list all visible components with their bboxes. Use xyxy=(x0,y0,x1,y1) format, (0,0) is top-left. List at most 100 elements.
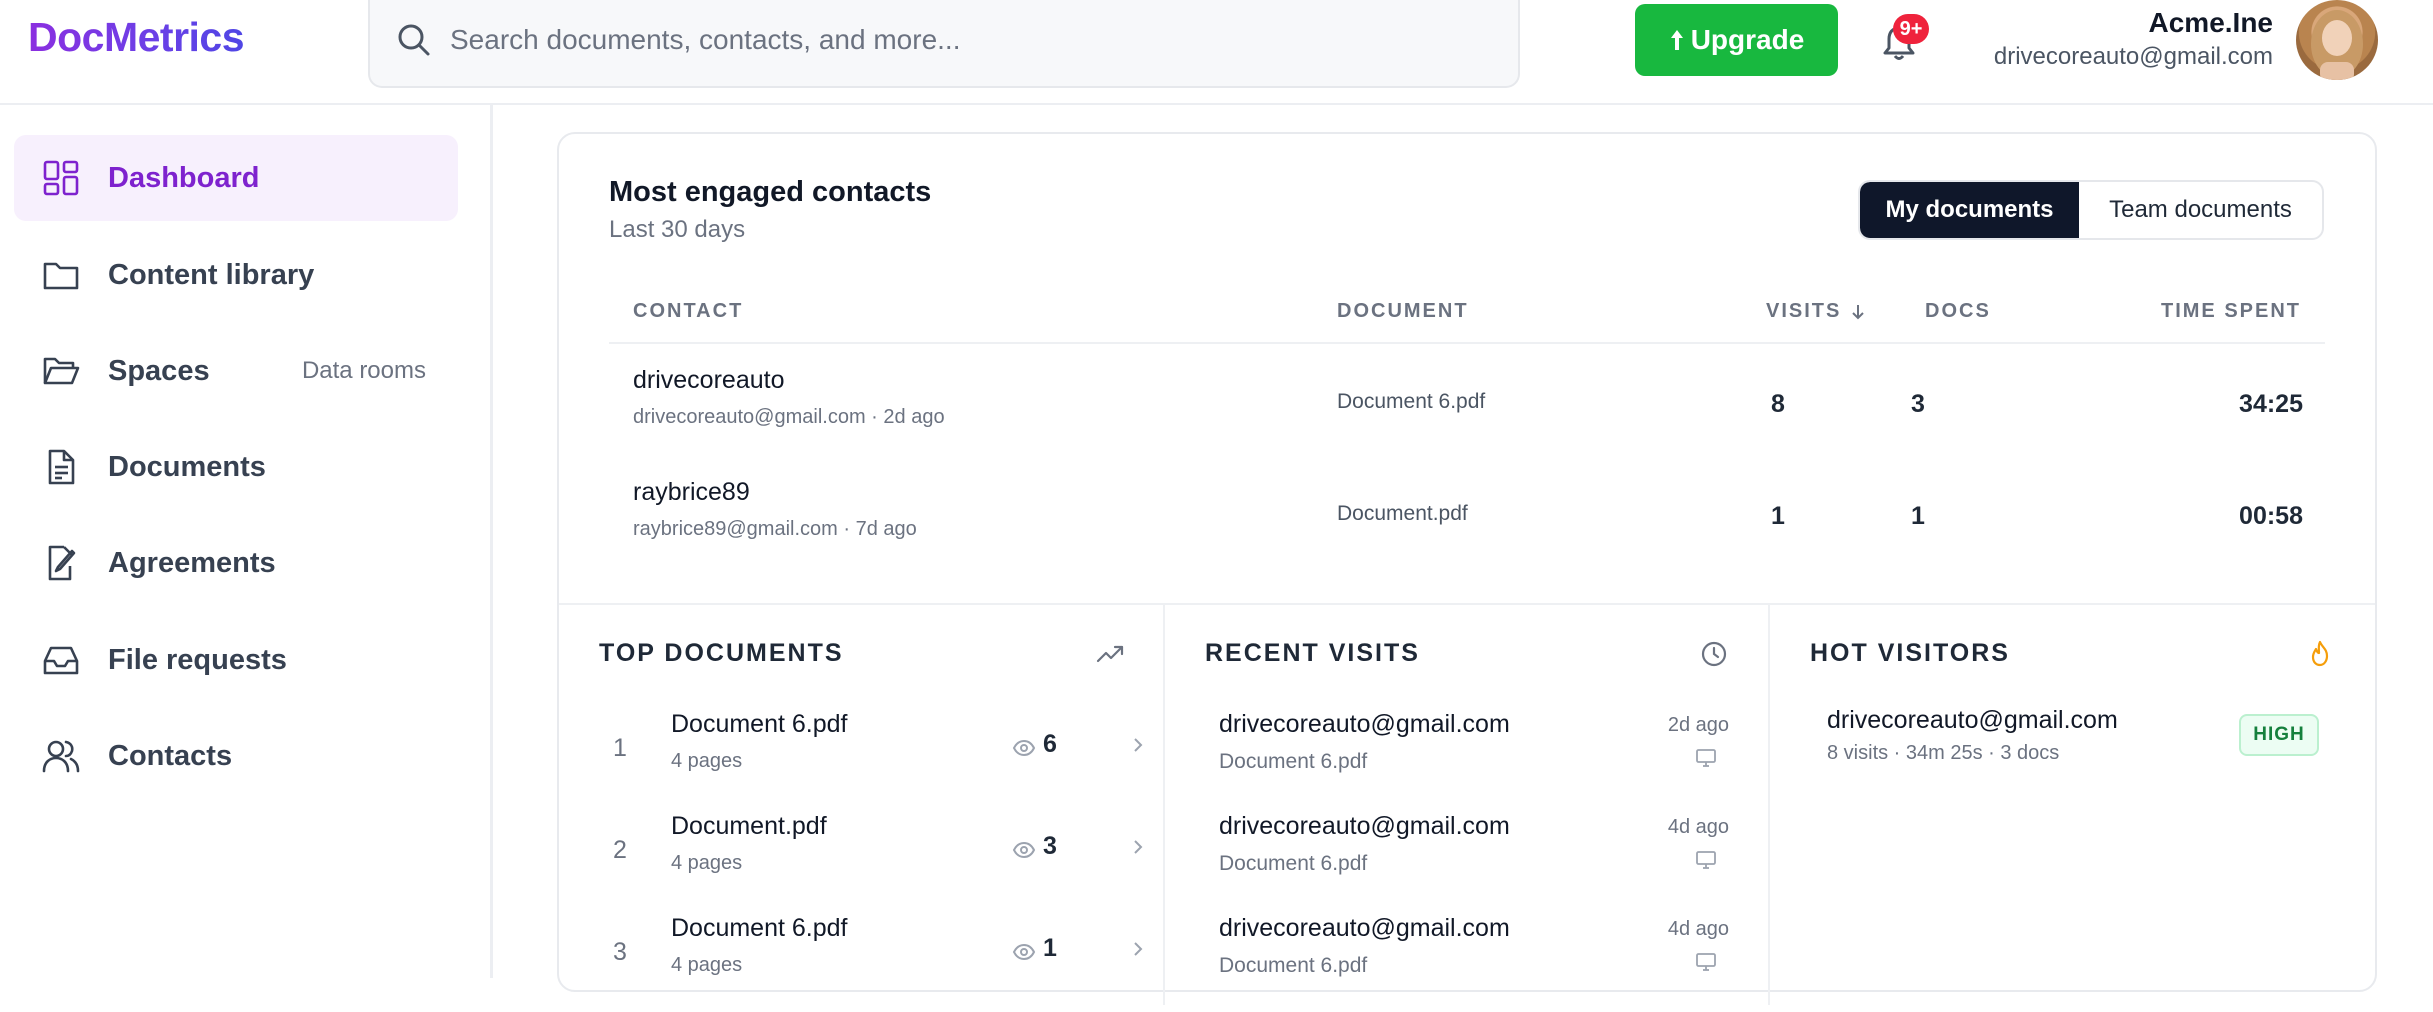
list-item[interactable]: 1 Document 6.pdf 4 pages 6 xyxy=(599,706,1143,808)
table-header: CONTACT DOCUMENT VISITS DOCS TIME SPENT xyxy=(609,294,2325,344)
column-docs[interactable]: DOCS xyxy=(1925,300,1991,323)
contact-time-spent: 00:58 xyxy=(2239,502,2303,530)
contact-document[interactable]: Document.pdf xyxy=(1337,502,1468,526)
sidebar-item-agreements[interactable]: Agreements xyxy=(14,520,458,606)
signature-icon xyxy=(42,544,80,582)
folder-open-icon xyxy=(42,352,80,390)
visitor-email: drivecoreauto@gmail.com xyxy=(1219,812,1510,840)
search-bar[interactable] xyxy=(368,0,1520,88)
search-icon xyxy=(394,20,434,60)
notification-badge: 9+ xyxy=(1893,14,1929,44)
search-input[interactable] xyxy=(450,18,1490,62)
column-visits[interactable]: VISITS xyxy=(1766,300,1865,323)
arrow-up-icon xyxy=(1669,28,1685,52)
document-pages: 4 pages xyxy=(671,852,743,874)
dashboard-card: Most engaged contacts Last 30 days My do… xyxy=(557,132,2377,1005)
sidebar-item-label: Spaces xyxy=(108,354,210,387)
document-name: Document.pdf xyxy=(671,812,827,840)
chevron-right-icon[interactable] xyxy=(1129,836,1147,858)
contact-time-spent: 34:25 xyxy=(2239,390,2303,418)
arrow-down-icon xyxy=(1851,304,1865,320)
list-item[interactable]: 2 Document.pdf 4 pages 3 xyxy=(599,808,1143,910)
document-pages: 4 pages xyxy=(671,750,743,772)
visit-time: 2d ago xyxy=(1667,714,1729,736)
document-rank: 2 xyxy=(613,836,627,864)
contact-document[interactable]: Document 6.pdf xyxy=(1337,390,1485,414)
panel-title-hot-visitors: HOT VISITORS xyxy=(1810,639,2010,667)
sidebar-item-label: Contacts xyxy=(108,739,233,772)
document-name: Document 6.pdf xyxy=(671,710,848,738)
divider xyxy=(1768,605,1770,1005)
tab-my-documents[interactable]: My documents xyxy=(1860,182,2079,238)
inbox-icon xyxy=(42,641,80,679)
status-badge: HIGH xyxy=(2239,714,2319,756)
panel-title-top-documents: TOP DOCUMENTS xyxy=(599,639,844,667)
divider xyxy=(1163,605,1165,1005)
contact-docs: 3 xyxy=(1911,390,1925,418)
monitor-icon xyxy=(1695,748,1717,768)
list-item[interactable]: 3 Document 6.pdf 4 pages 1 xyxy=(599,910,1143,1012)
column-document[interactable]: DOCUMENT xyxy=(1337,300,1469,323)
visit-document: Document 6.pdf xyxy=(1219,954,1368,977)
tab-team-documents[interactable]: Team documents xyxy=(2079,182,2322,238)
monitor-icon xyxy=(1695,952,1717,972)
hot-visitor-meta: 8 visits · 34m 25s · 3 docs xyxy=(1827,742,2060,764)
contact-visits: 8 xyxy=(1771,390,1785,418)
sidebar-item-spaces[interactable]: Spaces Data rooms xyxy=(14,328,458,414)
list-item[interactable]: drivecoreauto@gmail.com Document 6.pdf 4… xyxy=(1219,910,1729,1012)
table-row[interactable]: raybrice89 raybrice89@gmail.com · 7d ago… xyxy=(609,466,2325,578)
eye-icon xyxy=(1012,736,1036,760)
hot-visitor-email[interactable]: drivecoreauto@gmail.com xyxy=(1827,706,2118,735)
chevron-right-icon[interactable] xyxy=(1129,734,1147,756)
visit-time: 4d ago xyxy=(1667,816,1729,838)
eye-icon xyxy=(1012,940,1036,964)
document-name: Document 6.pdf xyxy=(671,914,848,942)
monitor-icon xyxy=(1695,850,1717,870)
upgrade-label: Upgrade xyxy=(1690,24,1805,55)
document-pages: 4 pages xyxy=(671,954,743,976)
column-contact[interactable]: CONTACT xyxy=(633,300,743,323)
eye-icon xyxy=(1012,838,1036,862)
visitor-email: drivecoreauto@gmail.com xyxy=(1219,914,1510,942)
sidebar-item-label: Dashboard xyxy=(108,161,260,194)
contact-visits: 1 xyxy=(1771,502,1785,530)
section-subtitle: Last 30 days xyxy=(609,216,746,243)
table-row[interactable]: drivecoreauto drivecoreauto@gmail.com · … xyxy=(609,354,2325,466)
document-views: 3 xyxy=(1043,832,1057,860)
contact-meta: drivecoreauto@gmail.com · 2d ago xyxy=(633,406,945,428)
list-item[interactable]: drivecoreauto@gmail.com Document 6.pdf 2… xyxy=(1219,706,1729,808)
avatar[interactable] xyxy=(2296,0,2378,80)
sidebar-item-file-requests[interactable]: File requests xyxy=(14,617,458,703)
sidebar-item-contacts[interactable]: Contacts xyxy=(14,713,458,799)
sidebar-item-label: File requests xyxy=(108,643,287,676)
contact-name: drivecoreauto xyxy=(633,366,785,394)
sidebar-item-label: Documents xyxy=(108,450,266,483)
document-views: 6 xyxy=(1043,730,1057,758)
sidebar-item-dashboard[interactable]: Dashboard xyxy=(14,135,458,221)
sidebar-item-documents[interactable]: Documents xyxy=(14,424,458,510)
account-email: drivecoreauto@gmail.com xyxy=(1993,43,2273,70)
visitor-email: drivecoreauto@gmail.com xyxy=(1219,710,1510,738)
sidebar-item-label: Agreements xyxy=(108,546,276,579)
account-info[interactable]: Acme.Ine drivecoreauto@gmail.com xyxy=(1994,6,2273,74)
section-title: Most engaged contacts xyxy=(609,176,932,208)
top-bar: DocMetrics Upgrade 9+ Acme.Ine drivecore… xyxy=(0,0,2433,105)
contact-meta: raybrice89@gmail.com · 7d ago xyxy=(633,518,917,540)
trending-up-icon xyxy=(1095,639,1125,669)
visit-time: 4d ago xyxy=(1667,918,1729,940)
account-name: Acme.Ine xyxy=(2148,7,2274,38)
clock-icon xyxy=(1699,639,1729,669)
list-item[interactable]: drivecoreauto@gmail.com Document 6.pdf 4… xyxy=(1219,808,1729,910)
app-logo[interactable]: DocMetrics xyxy=(28,14,245,61)
document-rank: 3 xyxy=(613,938,627,966)
sidebar-item-content-library[interactable]: Content library xyxy=(14,232,458,318)
divider xyxy=(559,603,2375,605)
chevron-right-icon[interactable] xyxy=(1129,938,1147,960)
visit-document: Document 6.pdf xyxy=(1219,750,1368,773)
flame-icon xyxy=(2305,639,2335,669)
notifications-button[interactable]: 9+ xyxy=(1879,14,1929,66)
dashboard-icon xyxy=(42,159,80,197)
upgrade-button[interactable]: Upgrade xyxy=(1635,4,1838,76)
column-visits-label: VISITS xyxy=(1766,300,1842,322)
column-time-spent[interactable]: TIME SPENT xyxy=(2161,300,2301,323)
